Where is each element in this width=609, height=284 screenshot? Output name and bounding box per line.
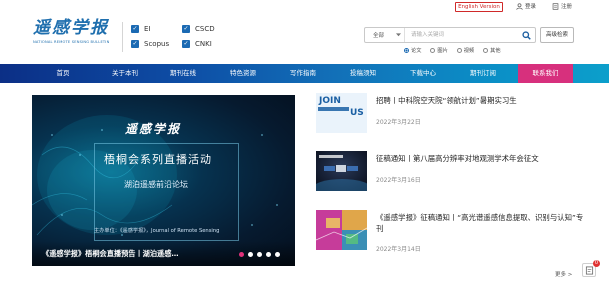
thumb-us-text: US [350,108,364,118]
login-link[interactable]: 登录 [516,2,536,10]
hyperspectral-thumbnail-graphic [316,210,367,250]
check-icon: ✓ [182,25,190,33]
news-date: 2022年3月22日 [376,119,421,126]
english-version-button[interactable]: English Version [455,2,503,12]
news-thumbnail[interactable]: JOIN US [316,93,367,133]
site-header: 遥感学报 NATIONAL REMOTE SENSING BULLETIN ✓ E… [0,0,609,64]
register-icon [552,2,559,10]
nav-writing-guide[interactable]: 写作指南 [277,64,329,83]
search-scope-select[interactable]: 全部 [365,28,405,42]
radio-icon [483,48,489,53]
nav-home[interactable]: 首页 [37,64,89,83]
satellite-thumbnail-graphic [316,151,367,191]
news-date: 2022年3月14日 [376,246,421,253]
news-thumbnail[interactable] [316,210,367,250]
search-bar: 全部 [364,27,536,43]
banner-carousel[interactable]: 遥感学报 梧桐会系列直播活动 湖泊遥感前沿论坛 主办单位：《遥感学报》，Jour… [32,95,295,266]
user-icon [516,2,523,10]
check-icon: ✓ [131,40,139,48]
search-icon [521,30,531,40]
search-button[interactable] [517,28,535,42]
check-icon: ✓ [131,25,139,33]
logo-subtitle: NATIONAL REMOTE SENSING BULLETIN [33,40,110,44]
nav-downloads[interactable]: 下载中心 [397,64,449,83]
carousel-dot[interactable] [266,252,271,257]
document-icon [585,265,593,275]
chevron-down-icon [396,33,401,37]
news-item-1[interactable]: JOIN US 招聘丨中科院空天院“领航计划”暑期实习生 2022年3月22日 [316,93,586,141]
news-thumbnail[interactable] [316,151,367,191]
radio-icon [430,48,436,53]
radio-selected-icon [404,48,409,53]
carousel-dot[interactable] [257,252,262,257]
news-title[interactable]: 征稿通知丨第八届高分辨率对地观测学术年会征文 [376,153,586,164]
news-item-3[interactable]: 《遥感学报》征稿通知丨“高光谱遥感信息提取、识别与认知”专刊 2022年3月14… [316,210,586,258]
carousel-dots [239,252,280,257]
nav-subscribe[interactable]: 期刊订阅 [457,64,509,83]
more-link[interactable]: 更多 > [555,270,572,278]
banner-headline: 梧桐会系列直播活动 [104,153,212,166]
index-cscd: ✓ CSCD [182,25,215,33]
register-link[interactable]: 注册 [552,2,572,10]
banner-host: 主办单位：《遥感学报》，Journal of Remote Sensing [94,228,220,234]
radio-other[interactable]: 其他 [483,47,501,54]
notification-badge: 0 [593,260,600,267]
join-us-thumbnail-graphic: JOIN US [316,93,367,133]
advanced-search-button[interactable]: 高级检索 [540,27,574,43]
index-ei: ✓ EI [131,25,151,33]
carousel-dot[interactable] [248,252,253,257]
radio-papers[interactable]: 论文 [404,47,421,54]
news-date: 2022年3月16日 [376,177,421,184]
nav-about[interactable]: 关于本刊 [99,64,151,83]
banner-title: 遥感学报 [125,122,182,136]
news-title[interactable]: 《遥感学报》征稿通知丨“高光谱遥感信息提取、识别与认知”专刊 [376,212,586,234]
banner-forum: 湖泊遥感前沿论坛 [124,180,188,189]
carousel-dot[interactable] [239,252,244,257]
news-item-2[interactable]: 征稿通知丨第八届高分辨率对地观测学术年会征文 2022年3月16日 [316,151,586,199]
main-nav: 首页 关于本刊 期刊在线 特色资源 写作指南 投稿须知 下载中心 期刊订阅 联系… [0,64,609,83]
index-cnki: ✓ CNKI [182,40,212,48]
search-input[interactable] [405,28,517,42]
search-type-options: 论文 图片 视频 其他 [404,47,501,54]
carousel-dot[interactable] [275,252,280,257]
radio-images[interactable]: 图片 [430,47,448,54]
news-title[interactable]: 招聘丨中科院空天院“领航计划”暑期实习生 [376,95,586,106]
radio-icon [456,48,462,53]
nav-contact[interactable]: 联系我们 [518,64,573,83]
nav-resources[interactable]: 特色资源 [217,64,269,83]
radio-videos[interactable]: 视频 [456,47,474,54]
site-logo[interactable]: 遥感学报 NATIONAL REMOTE SENSING BULLETIN [33,18,113,52]
header-divider [122,22,123,52]
thumb-join-text: JOIN [318,96,341,106]
check-icon: ✓ [182,40,190,48]
nav-submission[interactable]: 投稿须知 [337,64,389,83]
nav-online[interactable]: 期刊在线 [157,64,209,83]
logo-title: 遥感学报 [33,18,109,38]
index-scopus: ✓ Scopus [131,40,170,48]
